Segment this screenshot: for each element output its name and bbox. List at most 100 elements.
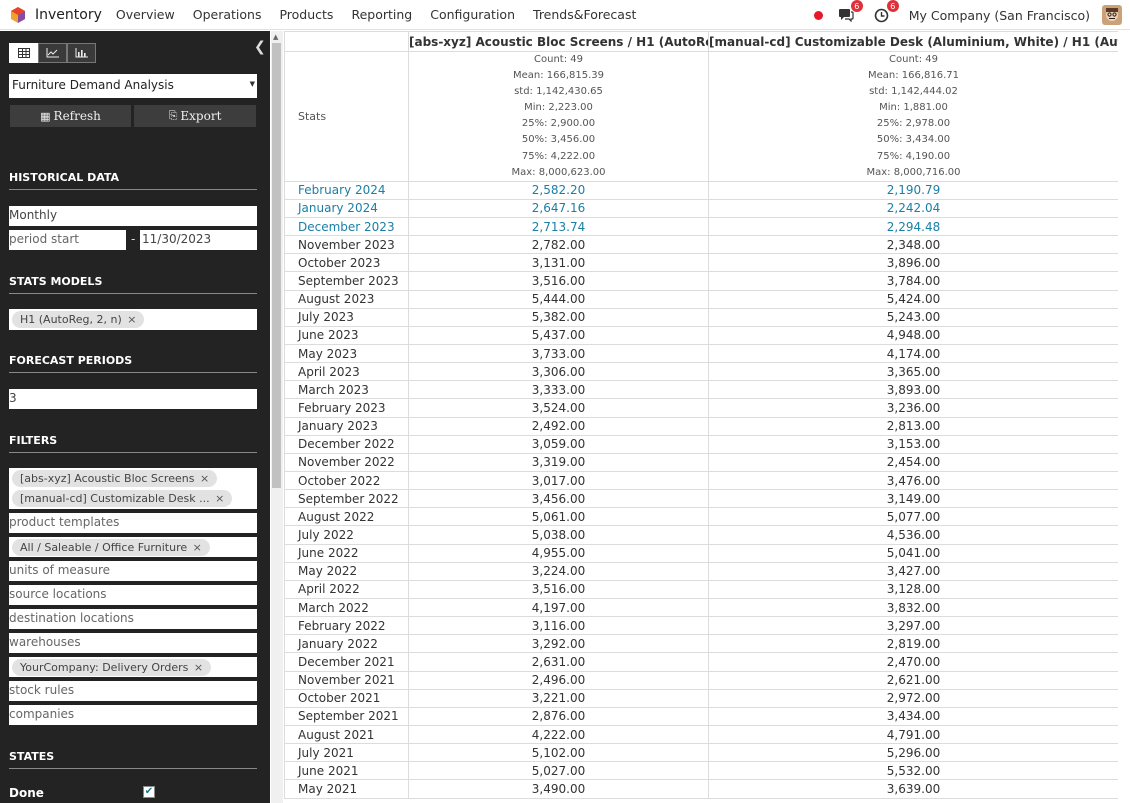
value-cell: 3,524.00 [408, 398, 709, 418]
table-row[interactable]: October 2023 3,131.00 3,896.00 [284, 253, 1118, 273]
app-name[interactable]: Inventory [35, 7, 102, 23]
period-type-field[interactable]: Monthly [9, 206, 257, 226]
bar-chart-view-button[interactable] [67, 43, 96, 63]
table-row[interactable]: May 2022 3,224.00 3,427.00 [284, 561, 1118, 581]
refresh-button[interactable]: ▦ Refresh [10, 105, 131, 127]
analysis-select[interactable]: Furniture Demand Analysis ▼ [9, 74, 257, 98]
category-filter-field[interactable]: All / Saleable / Office Furniture × [9, 537, 257, 557]
user-avatar[interactable] [1102, 5, 1122, 25]
table-row[interactable]: January 2024 2,647.16 2,242.04 [284, 198, 1118, 219]
period-start-field[interactable]: period start [9, 230, 126, 250]
column-header[interactable]: [manual-cd] Customizable Desk (Aluminium… [708, 31, 1118, 52]
column-header[interactable]: [abs-xyz] Acoustic Bloc Screens / H1 (Au… [408, 31, 709, 52]
table-row[interactable]: January 2022 3,292.00 2,819.00 [284, 634, 1118, 654]
value-cell: 5,243.00 [708, 307, 1118, 327]
remove-tag-icon[interactable]: × [212, 492, 224, 505]
table-row[interactable]: June 2022 4,955.00 5,041.00 [284, 543, 1118, 563]
state-done-checkbox[interactable]: ✔ [143, 786, 155, 798]
remove-tag-icon[interactable]: × [124, 313, 136, 326]
company-switcher[interactable]: My Company (San Francisco) [909, 8, 1090, 23]
chat-icon[interactable]: 6 [837, 0, 863, 24]
period-end-field[interactable]: 11/30/2023 [140, 230, 257, 250]
table-row[interactable]: November 2021 2,496.00 2,621.00 [284, 670, 1118, 690]
table-row[interactable]: October 2022 3,017.00 3,476.00 [284, 470, 1118, 491]
table-row[interactable]: April 2022 3,516.00 3,128.00 [284, 579, 1118, 599]
value-cell: 2,190.79 [708, 180, 1118, 200]
picking-type-filter-field[interactable]: YourCompany: Delivery Orders × [9, 657, 257, 677]
table-row[interactable]: November 2022 3,319.00 2,454.00 [284, 452, 1118, 473]
collapse-sidebar-icon[interactable]: ❮ [254, 39, 266, 55]
companies-field[interactable]: companies [9, 705, 257, 725]
menu-overview[interactable]: Overview [116, 7, 175, 22]
product-tag[interactable]: [abs-xyz] Acoustic Bloc Screens × [12, 470, 218, 487]
table-row[interactable]: March 2022 4,197.00 3,832.00 [284, 597, 1118, 618]
table-row[interactable]: August 2023 5,444.00 5,424.00 [284, 289, 1118, 309]
value-cell: 2,582.20 [408, 180, 709, 200]
stock-rules-field[interactable]: stock rules [9, 681, 257, 701]
forecast-table-container: [abs-xyz] Acoustic Bloc Screens / H1 (Au… [284, 31, 1118, 803]
table-row[interactable]: September 2023 3,516.00 3,784.00 [284, 271, 1118, 291]
export-button[interactable]: ⎘ Export [134, 105, 256, 127]
stat-line: Count: 49 [534, 54, 583, 65]
table-row[interactable]: June 2021 5,027.00 5,532.00 [284, 761, 1118, 781]
picking-type-tag[interactable]: YourCompany: Delivery Orders × [12, 659, 212, 676]
table-row[interactable]: April 2023 3,306.00 3,365.00 [284, 362, 1118, 382]
forecast-periods-field[interactable]: 3 [9, 389, 257, 409]
product-templates-field[interactable]: product templates [9, 513, 257, 533]
menu-operations[interactable]: Operations [193, 7, 262, 22]
table-row[interactable]: February 2023 3,524.00 3,236.00 [284, 398, 1118, 418]
period-cell: May 2023 [284, 344, 409, 364]
value-cell: 3,224.00 [408, 561, 709, 581]
warehouses-field[interactable]: warehouses [9, 633, 257, 653]
menu-trends-forecast[interactable]: Trends&Forecast [533, 7, 636, 22]
table-row[interactable]: July 2023 5,382.00 5,243.00 [284, 307, 1118, 327]
table-row[interactable]: December 2021 2,631.00 2,470.00 [284, 652, 1118, 672]
table-row[interactable]: September 2022 3,456.00 3,149.00 [284, 489, 1118, 509]
category-tag[interactable]: All / Saleable / Office Furniture × [12, 539, 210, 556]
sidebar-scrollbar[interactable]: ▲ [271, 31, 283, 803]
scrollbar-thumb[interactable] [272, 43, 281, 488]
recording-indicator-icon[interactable] [813, 10, 823, 20]
stats-model-tag[interactable]: H1 (AutoReg, 2, n) × [12, 311, 145, 328]
source-locations-field[interactable]: source locations [9, 585, 257, 605]
table-row[interactable]: October 2021 3,221.00 2,972.00 [284, 688, 1118, 708]
table-row[interactable]: May 2021 3,490.00 3,639.00 [284, 779, 1118, 799]
table-row[interactable]: January 2023 2,492.00 2,813.00 [284, 416, 1118, 436]
remove-tag-icon[interactable]: × [196, 472, 209, 485]
forecast-table: [abs-xyz] Acoustic Bloc Screens / H1 (Au… [284, 31, 1118, 799]
value-cell: 5,061.00 [408, 507, 709, 527]
table-row[interactable]: December 2023 2,713.74 2,294.48 [284, 217, 1118, 237]
table-view-button[interactable] [9, 43, 38, 63]
menu-products[interactable]: Products [279, 7, 333, 22]
remove-tag-icon[interactable]: × [190, 661, 203, 674]
top-navbar: Inventory Overview Operations Products R… [0, 0, 1130, 30]
uom-field[interactable]: units of measure [9, 561, 257, 581]
table-row[interactable]: September 2021 2,876.00 3,434.00 [284, 706, 1118, 726]
stat-line: Mean: 166,815.39 [512, 70, 605, 82]
table-row[interactable]: June 2023 5,437.00 4,948.00 [284, 325, 1118, 346]
value-cell: 5,102.00 [408, 743, 709, 763]
table-row[interactable]: August 2021 4,222.00 4,791.00 [284, 724, 1118, 745]
product-tag[interactable]: [manual-cd] Customizable Desk ... × [12, 490, 233, 507]
remove-tag-icon[interactable]: × [189, 541, 202, 554]
table-row[interactable]: February 2024 2,582.20 2,190.79 [284, 180, 1118, 200]
value-cell: 3,733.00 [408, 344, 709, 364]
destination-locations-field[interactable]: destination locations [9, 609, 257, 629]
product-filter-field[interactable]: [abs-xyz] Acoustic Bloc Screens × [manua… [9, 468, 257, 509]
table-row[interactable]: November 2023 2,782.00 2,348.00 [284, 235, 1118, 255]
scroll-up-icon[interactable]: ▲ [273, 33, 278, 41]
line-chart-view-button[interactable] [38, 43, 67, 63]
table-row[interactable]: February 2022 3,116.00 3,297.00 [284, 616, 1118, 636]
menu-reporting[interactable]: Reporting [351, 7, 412, 22]
menu-configuration[interactable]: Configuration [430, 7, 515, 22]
table-row[interactable]: March 2023 3,333.00 3,893.00 [284, 380, 1118, 400]
inventory-app-icon[interactable] [9, 6, 27, 24]
stats-models-field[interactable]: H1 (AutoReg, 2, n) × [9, 309, 257, 330]
table-row[interactable]: August 2022 5,061.00 5,077.00 [284, 507, 1118, 527]
activity-clock-icon[interactable]: 6 [873, 0, 899, 24]
table-row[interactable]: December 2022 3,059.00 3,153.00 [284, 434, 1118, 454]
value-cell: 5,041.00 [708, 543, 1118, 563]
table-row[interactable]: July 2022 5,038.00 4,536.00 [284, 525, 1118, 545]
table-row[interactable]: May 2023 3,733.00 4,174.00 [284, 344, 1118, 364]
table-row[interactable]: July 2021 5,102.00 5,296.00 [284, 743, 1118, 763]
